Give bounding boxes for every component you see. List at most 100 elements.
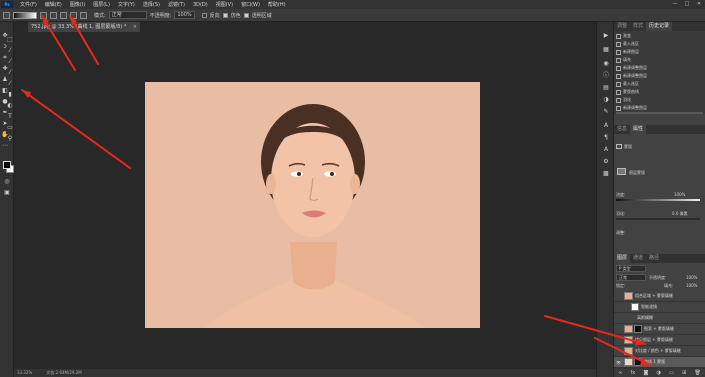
transparency-checkbox[interactable] <box>243 12 249 18</box>
gradient-icon[interactable]: ▮ <box>6 91 14 99</box>
history-item[interactable]: 蒙版曲线 <box>616 88 703 96</box>
layer-mask-icon[interactable] <box>617 168 626 175</box>
tab-styles[interactable]: 样式 <box>630 22 646 31</box>
close-tab-icon[interactable]: × <box>133 22 137 32</box>
foreground-color-swatch[interactable] <box>3 161 11 169</box>
menu-filter[interactable]: 滤镜(T) <box>164 1 189 8</box>
history-icon[interactable]: ▦ <box>602 46 610 54</box>
history-item-current[interactable]: 渐变 <box>616 112 703 114</box>
swatches-icon[interactable]: ▤ <box>602 84 610 92</box>
properties-icon[interactable]: ⚙ <box>602 158 610 166</box>
info-icon[interactable]: ⓘ <box>602 72 610 80</box>
history-item[interactable]: 羽化 <box>616 96 703 104</box>
history-item[interactable]: 载入选区 <box>616 80 703 88</box>
menu-select[interactable]: 选择(S) <box>139 1 164 8</box>
linear-gradient-icon[interactable] <box>40 11 47 19</box>
menu-help[interactable]: 帮助(H) <box>264 1 290 8</box>
layer-row[interactable]: 组合区域 + 蒙版填缝 <box>614 291 705 302</box>
screen-mode-icon[interactable]: ▣ <box>3 189 11 197</box>
tab-channels[interactable]: 通道 <box>630 254 646 263</box>
tab-paths[interactable]: 路径 <box>646 254 662 263</box>
zoom-icon[interactable]: ⚲ <box>6 135 14 143</box>
color-icon[interactable]: ◉ <box>602 60 610 68</box>
diamond-gradient-icon[interactable] <box>80 11 87 19</box>
maximize-button[interactable]: □ <box>681 0 693 9</box>
angle-gradient-icon[interactable] <box>60 11 67 19</box>
density-slider[interactable] <box>616 199 700 201</box>
play-icon[interactable]: ▶ <box>602 32 610 40</box>
tab-info[interactable]: 信息 <box>614 125 630 134</box>
history-item[interactable]: 渐变 <box>616 32 703 40</box>
document-tab[interactable]: 752.jpg @ 33.3% (曲线 1, 图层蒙版/8) * × <box>28 22 140 32</box>
history-item[interactable]: 载入选区 <box>616 40 703 48</box>
density-value[interactable]: 100% <box>674 192 685 197</box>
fill-value[interactable]: 100% <box>686 283 697 288</box>
magic-wand-icon[interactable]: ⁄ <box>6 47 14 55</box>
shape-icon[interactable]: ▭ <box>6 124 14 132</box>
quick-mask-icon[interactable]: ◎ <box>3 178 11 186</box>
history-item[interactable]: 新建调整图层 <box>616 104 703 112</box>
brush-settings-icon[interactable]: ✎ <box>602 108 610 116</box>
dodge-icon[interactable]: ◐ <box>6 102 14 110</box>
feather-slider[interactable] <box>616 218 700 220</box>
layer-kind-filter[interactable]: P 类型 <box>616 265 646 272</box>
tool-preset-icon[interactable] <box>3 11 10 19</box>
dither-checkbox[interactable] <box>222 12 228 18</box>
visibility-icon[interactable]: 👁 <box>614 360 623 365</box>
menu-3d[interactable]: 3D(D) <box>189 2 212 8</box>
menu-layer[interactable]: 图层(L) <box>89 1 114 8</box>
eyedropper-icon[interactable]: ⁄ <box>6 58 14 66</box>
layer-row-selected[interactable]: 👁 曲线 1 蒙版 <box>614 357 705 368</box>
radial-gradient-icon[interactable] <box>50 11 57 19</box>
menu-window[interactable]: 窗口(W) <box>237 1 264 8</box>
canvas-area[interactable] <box>14 32 596 369</box>
history-item-label: 新建调整图层 <box>623 73 647 78</box>
paragraph-icon[interactable]: ¶ <box>602 134 610 142</box>
tab-layers[interactable]: 图层 <box>614 254 631 263</box>
minimize-button[interactable]: — <box>669 0 681 9</box>
status-zoom[interactable]: 33.33% <box>17 369 32 377</box>
marquee-icon[interactable]: ⬚ <box>6 36 14 44</box>
layer-opacity-value[interactable]: 100% <box>686 275 697 280</box>
reflected-gradient-icon[interactable] <box>70 11 77 19</box>
history-item[interactable]: 新建调整图层 <box>616 64 703 72</box>
tab-properties[interactable]: 属性 <box>630 125 647 134</box>
menu-view[interactable]: 视图(V) <box>212 1 237 8</box>
tab-adjustments[interactable]: 调整 <box>614 22 630 31</box>
layer-row[interactable]: 高斯模糊 <box>614 313 705 324</box>
mode-select[interactable]: 正常 <box>108 11 147 19</box>
layer-row[interactable]: 拷贝图层 + 蒙版填缝 <box>614 335 705 346</box>
layer-row[interactable]: 对比度 / 颜色 + 蒙版填缝 <box>614 346 705 357</box>
blend-mode-select[interactable]: 正常 <box>616 274 646 281</box>
reverse-checkbox[interactable] <box>201 12 207 18</box>
layer-style-icon[interactable]: fx <box>631 370 636 376</box>
layer-row[interactable]: 智能滤镜 <box>614 302 705 313</box>
layer-row[interactable]: 图案 + 蒙版填缝 <box>614 324 705 335</box>
new-group-icon[interactable]: ▭ <box>669 370 674 376</box>
feather-value[interactable]: 0.0 像素 <box>672 211 688 217</box>
tab-history[interactable]: 历史记录 <box>646 22 673 31</box>
delete-layer-icon[interactable]: 🗑 <box>695 370 701 376</box>
type-icon[interactable]: T <box>6 113 14 121</box>
history-item[interactable]: 新建图层 <box>616 48 703 56</box>
history-item[interactable]: 填充 <box>616 56 703 64</box>
history-item[interactable]: 新建调整图层 <box>616 72 703 80</box>
gradient-picker[interactable] <box>13 11 37 19</box>
adjustments-icon[interactable]: ◑ <box>602 96 610 104</box>
opacity-input[interactable]: 100% <box>174 11 195 19</box>
character-icon[interactable]: A <box>602 122 610 130</box>
close-window-button[interactable]: ✕ <box>693 0 705 9</box>
history-brush-icon[interactable]: ⁄ <box>6 80 14 88</box>
glyphs-icon[interactable]: A <box>602 146 610 154</box>
more-tools-icon[interactable]: ⋯ <box>1 142 9 150</box>
menu-image[interactable]: 图像(I) <box>66 1 89 8</box>
adjustment-layer-icon[interactable]: ◑ <box>657 370 661 376</box>
brush-icon[interactable]: ⁄ <box>6 69 14 77</box>
menu-type[interactable]: 文字(Y) <box>114 1 139 8</box>
link-layers-icon[interactable]: ∞ <box>618 370 622 376</box>
libraries-icon[interactable]: ▩ <box>602 170 610 178</box>
menu-edit[interactable]: 编辑(E) <box>41 1 66 8</box>
add-mask-icon[interactable]: ◙ <box>643 370 648 376</box>
menu-file[interactable]: 文件(F) <box>16 1 41 8</box>
new-layer-icon[interactable]: ⊞ <box>682 370 686 376</box>
